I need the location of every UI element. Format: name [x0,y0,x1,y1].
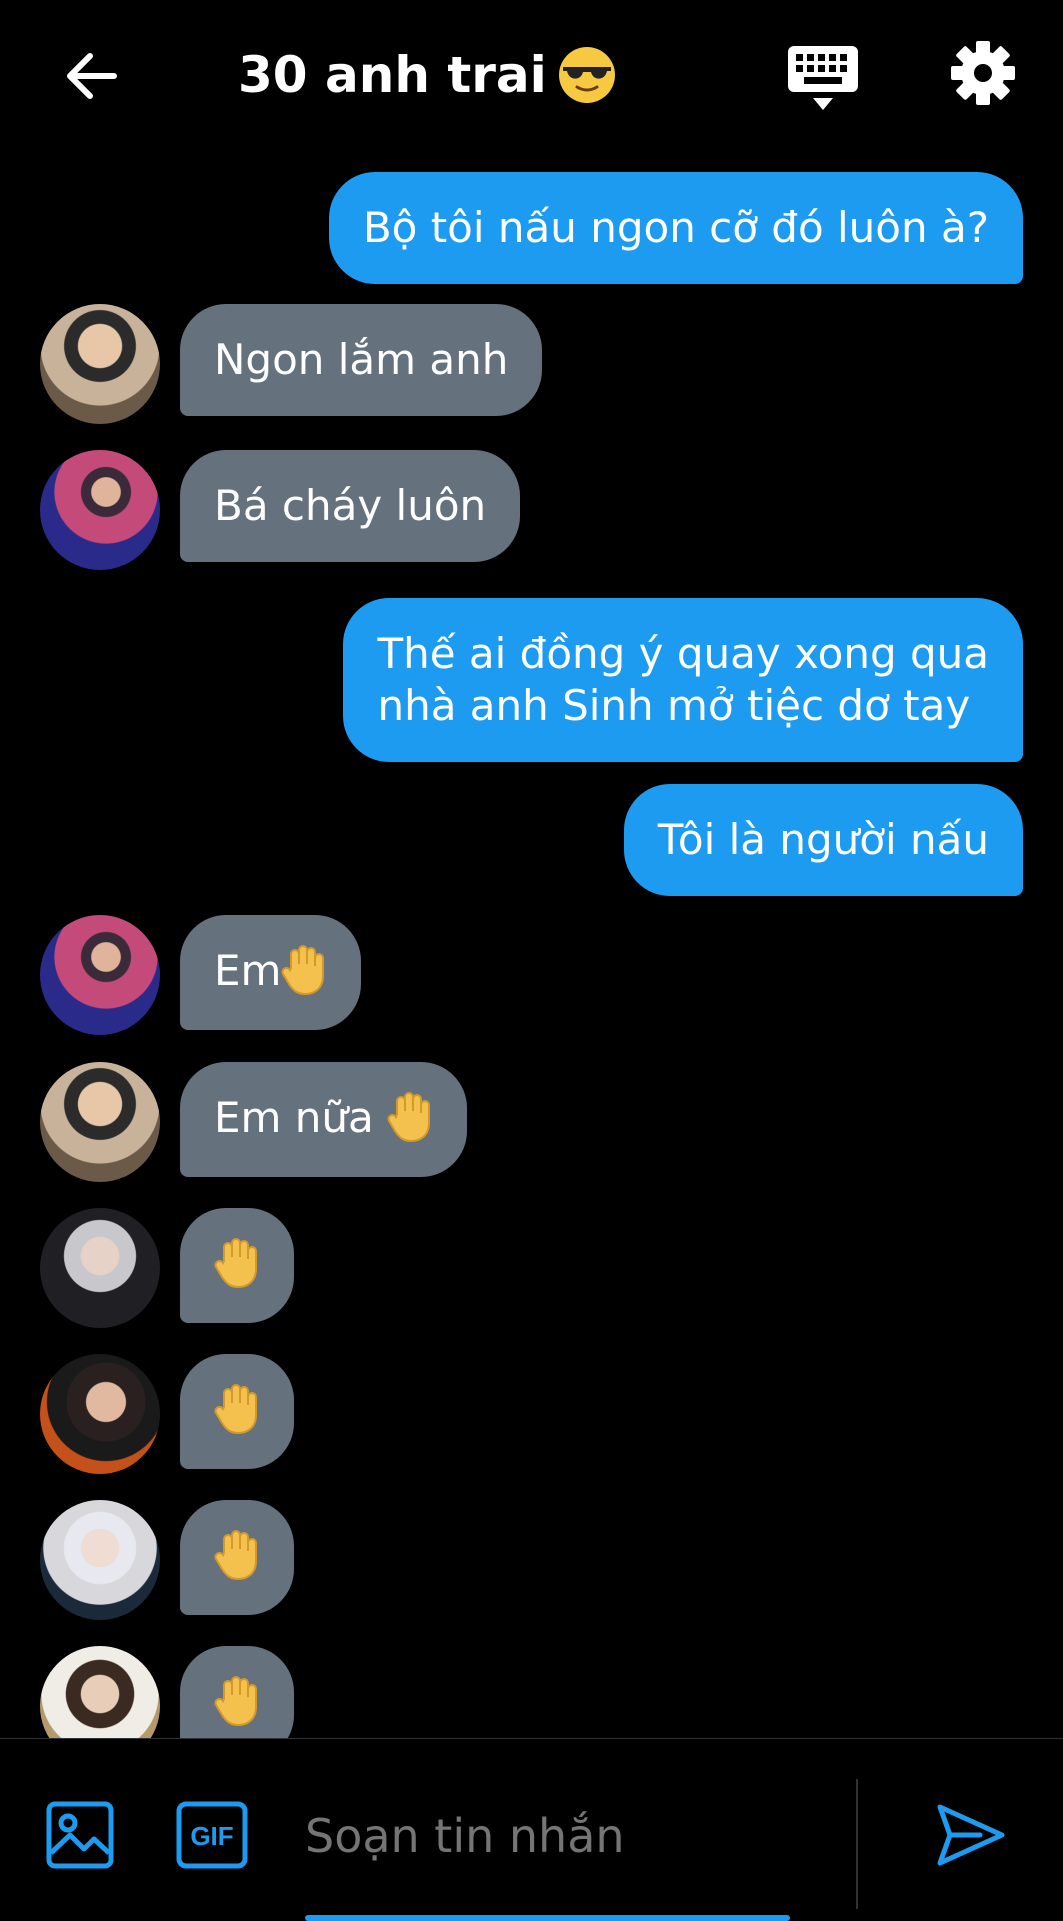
avatar[interactable] [40,1208,160,1328]
message-text: Tôi là người nấu [657,815,989,864]
raised-hand-emoji-icon [214,1383,260,1435]
gif-icon: GIF [176,1801,248,1869]
message-text: Bá cháy luôn [214,481,487,530]
message-bubble-incoming[interactable]: Em nữa [180,1062,468,1177]
arrow-left-icon[interactable] [60,44,124,108]
message-bubble-outgoing[interactable]: Tôi là người nấu [623,784,1023,896]
raised-hand-emoji-icon [214,1675,260,1727]
message-text-line: Thế ai đồng ý quay xong qua [377,629,989,678]
send-icon[interactable] [934,1799,1006,1871]
conversation-title: 30 anh trai [238,40,617,110]
avatar[interactable] [40,1062,160,1182]
message-bubble-incoming[interactable] [180,1500,294,1615]
raised-hand-emoji-icon [281,944,327,996]
conversation-title-text: 30 anh trai [238,46,547,104]
message-bubble-incoming[interactable]: Ngon lắm anh [180,304,543,416]
gif-button[interactable]: GIF [176,1801,248,1869]
divider [856,1779,858,1909]
message-text: Em [214,946,282,995]
message-text: Em nữa [214,1093,374,1142]
message-bubble-incoming[interactable]: Bá cháy luôn [180,450,521,562]
avatar[interactable] [40,1354,160,1474]
message-bubble-outgoing[interactable]: Bộ tôi nấu ngon cỡ đó luôn à? [328,172,1023,284]
message-text: Ngon lắm anh [214,335,509,384]
sunglasses-emoji-icon [558,46,615,103]
input-focus-underline [305,1915,790,1921]
message-bubble-incoming[interactable] [180,1208,294,1323]
raised-hand-emoji-icon [387,1091,433,1143]
chat-header: 30 anh trai [0,0,1063,150]
message-bubble-incoming[interactable] [180,1354,294,1469]
message-text-line: nhà anh Sinh mở tiệc dơ tay [377,681,971,730]
avatar[interactable] [40,1500,160,1620]
gear-icon[interactable] [950,40,1016,106]
message-input[interactable] [305,1801,785,1871]
avatar[interactable] [40,304,160,424]
keyboard-icon[interactable] [786,44,860,114]
raised-hand-emoji-icon [214,1237,260,1289]
message-bubble-incoming[interactable]: Em [180,915,362,1030]
message-bubble-outgoing[interactable]: Thế ai đồng ý quay xong qua nhà anh Sinh… [343,598,1023,762]
message-text: Bộ tôi nấu ngon cỡ đó luôn à? [362,203,989,252]
gif-label: GIF [190,1821,233,1851]
avatar[interactable] [40,450,160,570]
avatar[interactable] [40,915,160,1035]
raised-hand-emoji-icon [214,1529,260,1581]
image-icon[interactable] [46,1801,114,1869]
message-composer: GIF [0,1738,1063,1921]
